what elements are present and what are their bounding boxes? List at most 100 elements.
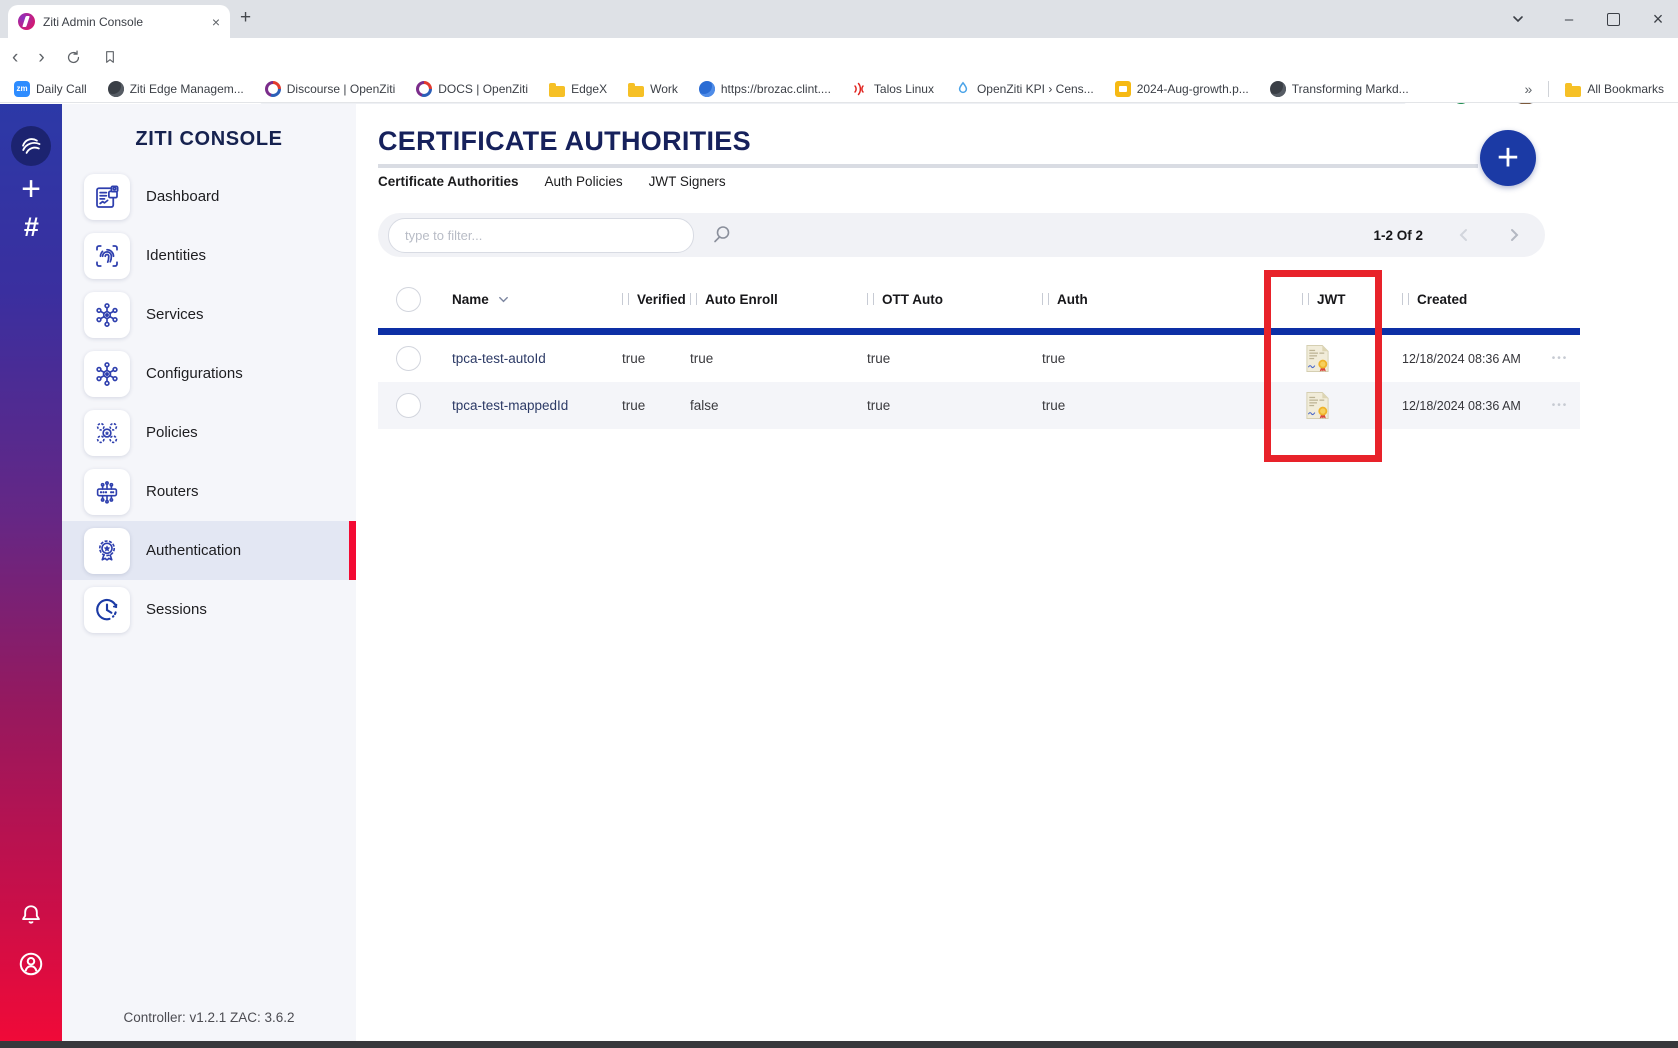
slides-doc-icon [1115, 81, 1131, 97]
forward-icon[interactable]: › [38, 48, 44, 67]
auth-value: true [1030, 351, 1290, 366]
sidebar-item-routers[interactable]: Routers [62, 462, 356, 521]
bookmark-daily-call[interactable]: zm Daily Call [14, 81, 87, 97]
search-icon[interactable] [710, 223, 734, 247]
section-tabs: Certificate Authorities Auth Policies JW… [378, 174, 726, 189]
auth-value: true [1030, 398, 1290, 413]
rail-add-icon[interactable]: + [0, 170, 62, 209]
bookmark-icon[interactable] [102, 49, 118, 65]
column-header-name[interactable]: Name [440, 292, 610, 307]
back-icon[interactable]: ‹ [12, 48, 18, 67]
bookmark-growth-doc[interactable]: 2024-Aug-growth.p... [1115, 81, 1249, 97]
folder-icon [1565, 86, 1581, 97]
browser-toolbar: ‹ › https://ctrl.cdaws.clint.demo.openzi… [0, 38, 1678, 76]
talos-icon [852, 81, 868, 97]
filter-bar: 1-2 Of 2 [378, 213, 1545, 257]
globe-icon [108, 81, 124, 97]
rail-hash-icon[interactable]: # [0, 212, 62, 243]
openziti-ring-icon [416, 81, 432, 97]
zoom-icon: zm [14, 81, 30, 97]
main-content: CERTIFICATE AUTHORITIES + Certificate Au… [356, 104, 1678, 1041]
column-header-verified[interactable]: Verified [610, 292, 678, 307]
ca-name[interactable]: tpca-test-mappedId [440, 398, 610, 413]
network-gear-icon [84, 351, 130, 397]
window-bottom-edge [0, 1041, 1678, 1048]
table-row[interactable]: tpca-test-mappedId true false true true … [378, 382, 1580, 429]
all-bookmarks-button[interactable]: All Bookmarks [1565, 82, 1664, 97]
ott-auto-value: true [855, 351, 1030, 366]
minimize-button[interactable]: – [1559, 11, 1579, 28]
divider [1548, 81, 1549, 97]
next-page-chevron-icon[interactable] [1505, 226, 1523, 244]
filter-input[interactable] [388, 218, 694, 253]
ott-auto-value: true [855, 398, 1030, 413]
sidebar-item-identities[interactable]: Identities [62, 226, 356, 285]
column-header-auth[interactable]: Auth [1030, 292, 1290, 307]
verified-value: true [610, 398, 678, 413]
bookmark-docs[interactable]: DOCS | OpenZiti [416, 81, 528, 97]
close-button[interactable]: × [1648, 9, 1668, 30]
auto-enroll-value: true [678, 351, 855, 366]
browser-tab[interactable]: Ziti Admin Console × [8, 5, 230, 38]
previous-page-chevron-icon[interactable] [1455, 226, 1473, 244]
folder-icon [628, 86, 644, 97]
sidebar-item-sessions[interactable]: Sessions [62, 580, 356, 639]
bookmark-openziti-kpi[interactable]: OpenZiti KPI › Cens... [955, 81, 1094, 97]
gears-star-icon [84, 410, 130, 456]
new-tab-button[interactable]: + [240, 7, 251, 29]
bookmark-work[interactable]: Work [628, 82, 678, 97]
folder-icon [549, 86, 565, 97]
bookmark-ziti-edge[interactable]: Ziti Edge Managem... [108, 81, 244, 97]
account-icon[interactable] [16, 949, 46, 979]
bookmark-edgex[interactable]: EdgeX [549, 82, 607, 97]
sidebar-item-configurations[interactable]: Configurations [62, 344, 356, 403]
router-icon [84, 469, 130, 515]
tab-jwt-signers[interactable]: JWT Signers [649, 174, 726, 189]
openziti-favicon [18, 13, 35, 30]
bookmark-talos[interactable]: Talos Linux [852, 81, 934, 97]
notifications-bell-icon[interactable] [17, 901, 45, 929]
ziti-logo-icon[interactable] [11, 126, 51, 166]
table-row[interactable]: tpca-test-autoId true true true true 12/… [378, 335, 1580, 382]
sidebar-item-authentication[interactable]: Authentication [62, 521, 356, 580]
award-badge-icon [84, 528, 130, 574]
row-actions-ellipsis-icon[interactable]: ••• [1540, 400, 1580, 411]
bookmarks-bar: zm Daily Call Ziti Edge Managem... Disco… [0, 76, 1678, 103]
tab-close-icon[interactable]: × [212, 15, 220, 29]
tab-certificate-authorities[interactable]: Certificate Authorities [378, 174, 519, 189]
maximize-button[interactable] [1607, 13, 1620, 26]
reload-icon[interactable] [65, 49, 82, 66]
row-checkbox[interactable] [396, 346, 421, 371]
tab-title: Ziti Admin Console [43, 15, 204, 29]
globe-icon [1270, 81, 1286, 97]
column-header-created[interactable]: Created [1390, 292, 1540, 307]
bookmark-discourse[interactable]: Discourse | OpenZiti [265, 81, 396, 97]
version-footer: Controller: v1.2.1 ZAC: 3.6.2 [62, 1010, 356, 1025]
ziti-admin-console-window: Ziti Admin Console × + – × ‹ › [0, 0, 1678, 1048]
row-actions-ellipsis-icon[interactable]: ••• [1540, 353, 1580, 364]
ca-name[interactable]: tpca-test-autoId [440, 351, 610, 366]
openziti-ring-icon [265, 81, 281, 97]
bookmark-brozac[interactable]: https://brozac.clint.... [699, 81, 831, 97]
app-title: ZITI CONSOLE [62, 128, 356, 151]
page-title: CERTIFICATE AUTHORITIES [378, 126, 751, 157]
add-certificate-authority-button[interactable]: + [1480, 130, 1536, 186]
select-all-checkbox[interactable] [396, 287, 421, 312]
pagination-label: 1-2 Of 2 [1373, 228, 1423, 243]
auto-enroll-value: false [678, 398, 855, 413]
sidebar-item-policies[interactable]: Policies [62, 403, 356, 462]
droplet-icon [955, 81, 971, 97]
tab-auth-policies[interactable]: Auth Policies [545, 174, 623, 189]
row-checkbox[interactable] [396, 393, 421, 418]
bookmarks-overflow-chevron[interactable]: » [1525, 81, 1533, 97]
window-controls: – × [1511, 0, 1668, 38]
tab-search-chevron-icon[interactable] [1511, 12, 1531, 26]
bookmark-transforming[interactable]: Transforming Markd... [1270, 81, 1409, 97]
annotation-highlight-rectangle [1264, 270, 1382, 462]
column-header-auto-enroll[interactable]: Auto Enroll [678, 292, 855, 307]
column-header-ott-auto[interactable]: OTT Auto [855, 292, 1030, 307]
sidebar-item-services[interactable]: Services [62, 285, 356, 344]
clock-icon [84, 587, 130, 633]
sidebar-item-dashboard[interactable]: Dashboard [62, 167, 356, 226]
sidebar: ZITI CONSOLE Dashboard Identities Servic… [62, 104, 356, 1041]
